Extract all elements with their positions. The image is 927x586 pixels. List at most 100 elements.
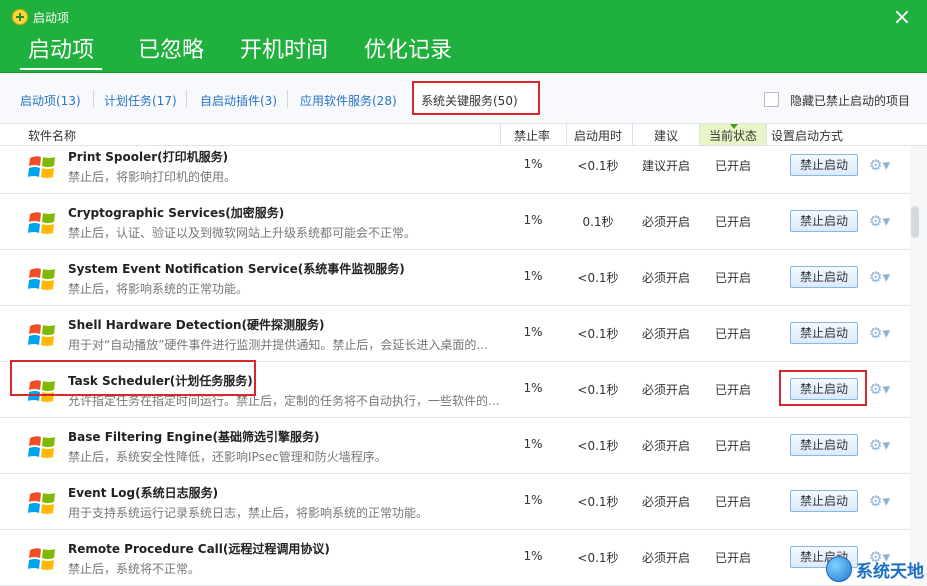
service-row[interactable]: Base Filtering Engine(基础筛选引擎服务) 禁止后，系统安全性… [0, 418, 910, 474]
service-description: 用于对“自动播放”硬件事件进行监测并提供通知。禁止后，会延长进入桌面的... [68, 338, 488, 352]
watermark: 系统天地 [826, 555, 924, 583]
disable-rate-value: 1% [523, 381, 543, 395]
tab-optimize-log[interactable]: 优化记录 [364, 32, 452, 70]
service-row[interactable]: Event Log(系统日志服务) 用于支持系统运行记录系统日志，禁止后，将影响系… [0, 474, 910, 530]
state-value: 已开启 [714, 215, 751, 229]
subtab-startup-items[interactable]: 启动项(13) [20, 92, 81, 109]
advice-value: 必须开启 [641, 327, 690, 341]
disable-rate-value: 1% [523, 493, 543, 507]
advice-value: 必须开启 [641, 551, 690, 565]
disable-startup-button[interactable]: 禁止启动 [790, 434, 858, 456]
disable-startup-button[interactable]: 禁止启动 [790, 266, 858, 288]
windows-logo-icon [26, 264, 58, 294]
main-tabs: 启动项 已忽略 开机时间 优化记录 [20, 32, 488, 70]
disable-rate-value: 1% [523, 157, 543, 171]
hide-disabled-checkbox[interactable] [764, 92, 779, 107]
boot-time-value: <0.1秒 [577, 159, 619, 173]
service-row[interactable]: Cryptographic Services(加密服务) 禁止后，认证、验证以及到… [0, 194, 910, 250]
column-divider [699, 124, 700, 146]
service-name: Shell Hardware Detection(硬件探测服务) [68, 318, 325, 332]
windows-logo-icon [26, 544, 58, 574]
column-advice[interactable]: 建议 [654, 127, 678, 144]
gear-dropdown-icon[interactable]: ⚙▾ [869, 211, 893, 231]
service-name: Print Spooler(打印机服务) [68, 150, 229, 164]
service-description: 禁止后，将影响打印机的使用。 [68, 170, 237, 184]
boot-time-value: <0.1秒 [577, 439, 619, 453]
disable-rate-value: 1% [523, 269, 543, 283]
tab-boot-time[interactable]: 开机时间 [240, 32, 328, 70]
subtab-app-services[interactable]: 应用软件服务(28) [300, 92, 397, 109]
state-value: 已开启 [714, 383, 751, 397]
gear-dropdown-icon[interactable]: ⚙▾ [869, 435, 893, 455]
gear-dropdown-icon[interactable]: ⚙▾ [869, 155, 893, 175]
disable-rate-value: 1% [523, 325, 543, 339]
state-value: 已开启 [714, 159, 751, 173]
tab-ignored[interactable]: 已忽略 [138, 32, 204, 70]
service-row[interactable]: Print Spooler(打印机服务) 禁止后，将影响打印机的使用。 1% <0.1… [0, 146, 910, 194]
column-divider [632, 124, 633, 146]
subtab-autostart-plugins[interactable]: 自启动插件(3) [200, 92, 277, 109]
service-description: 用于支持系统运行记录系统日志，禁止后，将影响系统的正常功能。 [68, 506, 429, 520]
window-title: 启动项 [33, 10, 70, 25]
disable-startup-button[interactable]: 禁止启动 [790, 322, 858, 344]
service-description: 禁止后，系统安全性降低，还影响IPsec管理和防火墙程序。 [68, 450, 387, 464]
column-header: 软件名称 禁止率 启动用时 建议 当前状态 设置启动方式 [0, 124, 927, 146]
windows-logo-icon [26, 432, 58, 462]
service-description: 禁止后，认证、验证以及到微软网站上升级系统都可能会不正常。 [68, 226, 417, 240]
gear-dropdown-icon[interactable]: ⚙▾ [869, 379, 893, 399]
subtab-system-services[interactable]: 系统关键服务(50) [421, 92, 518, 109]
state-value: 已开启 [714, 327, 751, 341]
service-row[interactable]: Remote Procedure Call(远程过程调用协议) 禁止后，系统将不正… [0, 530, 910, 586]
service-name: Event Log(系统日志服务) [68, 486, 219, 500]
advice-value: 必须开启 [641, 439, 690, 453]
sort-indicator-icon [730, 124, 738, 129]
advice-value: 必须开启 [641, 383, 690, 397]
subtab-scheduled-tasks[interactable]: 计划任务(17) [104, 92, 177, 109]
subtab-divider [287, 90, 288, 108]
boot-time-value: <0.1秒 [577, 383, 619, 397]
gear-dropdown-icon[interactable]: ⚙▾ [869, 267, 893, 287]
column-divider [566, 124, 567, 146]
column-action: 设置启动方式 [771, 129, 844, 143]
watermark-text: 系统天地 [856, 561, 924, 582]
column-divider [766, 124, 767, 146]
boot-time-value: <0.1秒 [577, 327, 619, 341]
boot-time-value: <0.1秒 [577, 271, 619, 285]
gear-dropdown-icon[interactable]: ⚙▾ [869, 323, 893, 343]
close-button[interactable]: × [891, 7, 913, 30]
state-value: 已开启 [714, 495, 751, 509]
state-value: 已开启 [714, 271, 751, 285]
gear-dropdown-icon[interactable]: ⚙▾ [869, 491, 893, 511]
windows-logo-icon [26, 152, 58, 182]
task-scheduler-button-highlight [779, 370, 867, 406]
title-bar: 启动项 × 启动项 已忽略 开机时间 优化记录 [0, 0, 927, 73]
column-state[interactable]: 当前状态 [709, 127, 757, 144]
advice-value: 必须开启 [641, 495, 690, 509]
hide-disabled-label[interactable]: 隐藏已禁止启动的项目 [790, 92, 910, 109]
service-row[interactable]: System Event Notification Service(系统事件监视… [0, 250, 910, 306]
scrollbar-thumb[interactable] [911, 206, 919, 238]
service-name: Base Filtering Engine(基础筛选引擎服务) [68, 430, 320, 444]
tab-startup[interactable]: 启动项 [20, 32, 103, 70]
service-row[interactable]: Shell Hardware Detection(硬件探测服务) 用于对“自动播放… [0, 306, 910, 362]
column-divider [500, 124, 501, 146]
disable-rate-value: 1% [523, 549, 543, 563]
column-name[interactable]: 软件名称 [28, 127, 76, 144]
disable-startup-button[interactable]: 禁止启动 [790, 210, 858, 232]
subtab-divider [93, 90, 94, 108]
service-name: Cryptographic Services(加密服务) [68, 206, 285, 220]
service-name: Remote Procedure Call(远程过程调用协议) [68, 542, 330, 556]
boot-time-value: <0.1秒 [577, 551, 619, 565]
subtab-divider [186, 90, 187, 108]
advice-value: 建议开启 [641, 159, 690, 173]
disable-startup-button[interactable]: 禁止启动 [790, 490, 858, 512]
windows-logo-icon [26, 320, 58, 350]
task-scheduler-name-highlight [10, 360, 256, 396]
advice-value: 必须开启 [641, 271, 690, 285]
column-disable-rate[interactable]: 禁止率 [514, 127, 550, 144]
state-value: 已开启 [714, 439, 751, 453]
state-value: 已开启 [714, 551, 751, 565]
advice-value: 必须开启 [641, 215, 690, 229]
disable-startup-button[interactable]: 禁止启动 [790, 154, 858, 176]
column-boot-time[interactable]: 启动用时 [574, 127, 622, 144]
